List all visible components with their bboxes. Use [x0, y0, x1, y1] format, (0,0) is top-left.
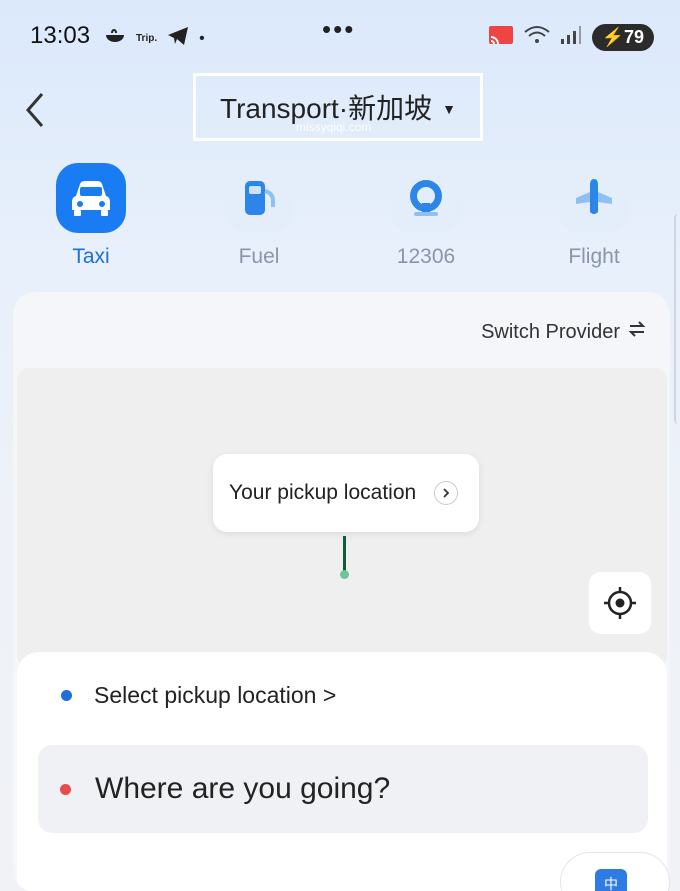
battery-indicator: ⚡79 — [591, 24, 654, 51]
destination-input[interactable]: Where are you going? — [38, 745, 648, 833]
train-icon — [391, 163, 461, 233]
status-bar: 13:03 Trip. • ••• ⚡79 — [0, 0, 680, 72]
battery-level: 79 — [623, 27, 644, 47]
tab-flight[interactable]: Flight — [534, 163, 654, 269]
signal-icon — [560, 25, 582, 50]
map-pin-dot — [340, 570, 349, 579]
tab-label-flight: Flight — [568, 245, 620, 268]
route-panel: Select pickup location > Where are you g… — [17, 652, 667, 891]
flight-icon — [559, 163, 629, 233]
tab-label-fuel: Fuel — [238, 245, 280, 268]
status-notification-icons: Trip. • — [104, 26, 205, 51]
crosshair-icon — [604, 587, 636, 619]
locate-me-button[interactable] — [589, 572, 651, 634]
trip-app-icon: Trip. — [136, 33, 158, 44]
destination-placeholder: Where are you going? — [95, 772, 391, 805]
wifi-icon — [523, 25, 550, 50]
status-right-icons: ⚡79 — [488, 24, 654, 51]
telegram-icon — [167, 26, 189, 51]
tab-fuel[interactable]: Fuel — [199, 163, 319, 269]
back-button[interactable] — [20, 90, 52, 130]
cast-icon — [488, 25, 514, 50]
switch-provider-button[interactable]: Switch Provider — [481, 320, 646, 344]
fuel-icon — [224, 163, 294, 233]
tab-label-taxi: Taxi — [72, 245, 110, 268]
status-time: 13:03 — [30, 22, 91, 49]
pickup-location-bubble[interactable]: Your pickup location — [213, 454, 479, 532]
taxi-card: Switch Provider Your pickup location Sel… — [13, 292, 670, 891]
more-dots-icon: ••• — [322, 14, 356, 44]
tab-label-12306: 12306 — [396, 245, 456, 268]
dropdown-caret-icon: ▼ — [442, 101, 456, 117]
pickup-label: Select pickup location > — [94, 682, 337, 708]
translate-icon: 中 — [595, 869, 627, 891]
more-dot-icon: • — [199, 29, 205, 47]
destination-dot-icon — [60, 783, 71, 795]
swap-arrows-icon — [628, 320, 646, 344]
map-pin-icon — [343, 536, 346, 572]
select-pickup-row[interactable]: Select pickup location > — [61, 682, 336, 709]
tab-12306[interactable]: 12306 — [366, 163, 486, 269]
language-fab[interactable]: 中 — [560, 852, 670, 891]
side-scroll-handle[interactable] — [674, 214, 680, 424]
map-view[interactable]: Your pickup location — [17, 368, 667, 668]
pickup-bubble-text: Your pickup location — [229, 481, 417, 504]
taxi-icon — [56, 163, 126, 233]
pickup-dot-icon — [61, 690, 72, 701]
switch-provider-label: Switch Provider — [481, 320, 620, 343]
bowl-icon — [104, 27, 126, 50]
watermark: missyqiqi.com — [296, 120, 372, 134]
tab-taxi[interactable]: Taxi — [31, 163, 151, 269]
chevron-right-icon — [434, 481, 459, 505]
